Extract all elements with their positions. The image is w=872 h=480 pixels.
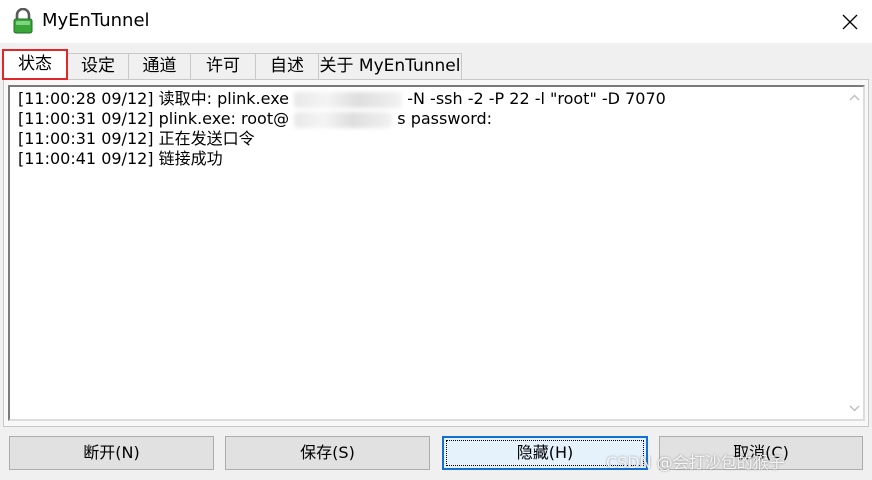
tab-status[interactable]: 状态 — [2, 49, 68, 80]
close-icon — [842, 14, 858, 29]
tab-about[interactable]: 关于 MyEnTunnel — [318, 53, 462, 79]
status-log[interactable]: [11:00:28 09/12] 读取中: plink.exe -N -ssh … — [8, 85, 865, 421]
vertical-scrollbar[interactable] — [846, 87, 863, 419]
tab-tunnels[interactable]: 通道 — [128, 53, 191, 79]
scroll-down-icon[interactable] — [846, 400, 863, 417]
log-lines: [11:00:28 09/12] 读取中: plink.exe -N -ssh … — [18, 89, 838, 169]
save-button[interactable]: 保存(S) — [225, 436, 430, 470]
watermark: CSDN @会打沙包的猴子 — [606, 453, 785, 472]
log-line: [11:00:28 09/12] 读取中: plink.exe -N -ssh … — [18, 89, 666, 108]
close-button[interactable] — [828, 0, 872, 43]
title-bar: MyEnTunnel — [0, 0, 872, 43]
dialog-body: 状态 设定 通道 许可 自述 关于 MyEnTunnel [11:00:28 0… — [0, 43, 872, 480]
window-title: MyEnTunnel — [42, 10, 150, 31]
app-window: MyEnTunnel 状态 设定 通道 许可 自述 关于 MyEnTunnel … — [0, 0, 872, 480]
log-line: [11:00:31 09/12] plink.exe: root@ s pass… — [18, 109, 493, 128]
redacted-text — [294, 91, 403, 108]
scroll-up-icon[interactable] — [846, 89, 863, 106]
log-line: [11:00:41 09/12] 链接成功 — [18, 149, 223, 168]
redacted-text — [294, 111, 393, 128]
tab-license[interactable]: 许可 — [190, 53, 256, 79]
lock-icon — [13, 8, 33, 34]
log-line: [11:00:31 09/12] 正在发送口令 — [18, 129, 255, 148]
tab-settings[interactable]: 设定 — [67, 53, 129, 79]
tab-bar: 状态 设定 通道 许可 自述 关于 MyEnTunnel — [0, 49, 872, 80]
disconnect-button[interactable]: 断开(N) — [9, 436, 214, 470]
tab-readme[interactable]: 自述 — [255, 53, 319, 79]
